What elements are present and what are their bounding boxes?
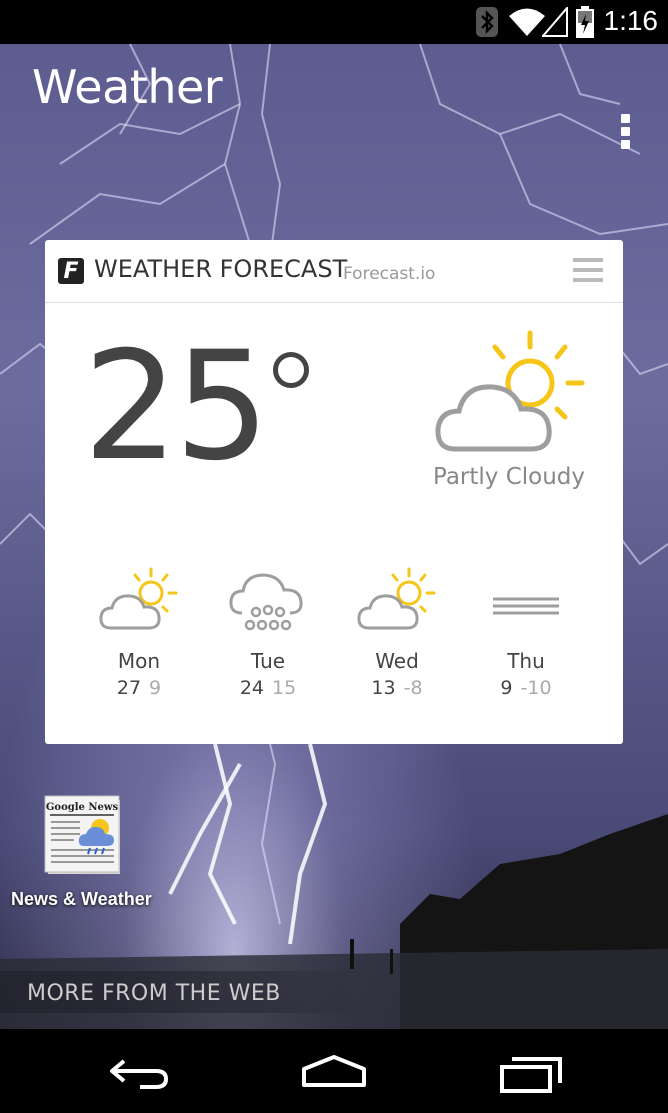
google-news-app-icon: Google News [44, 795, 120, 874]
widget-source: Forecast.io [343, 264, 436, 284]
home-icon[interactable] [294, 1047, 374, 1097]
forecast-day: Tue 24 15 [203, 565, 333, 699]
forecast-day-name: Wed [375, 649, 419, 673]
degree-symbol [273, 352, 309, 388]
status-bar: 1:16 [0, 0, 668, 44]
back-icon[interactable] [100, 1047, 180, 1097]
forecast-day-name: Mon [117, 649, 161, 673]
battery-charging-icon [576, 6, 594, 38]
bluetooth-icon [476, 7, 498, 37]
forecast-day-temps: 13 -8 [332, 677, 462, 699]
cell-signal-icon [542, 7, 568, 37]
forecast-day: Mon 27 9 [74, 565, 204, 699]
forecast-high: 9 [500, 677, 513, 699]
widget-title: WEATHER FORECAST [94, 255, 348, 283]
more-from-the-web-label: MORE FROM THE WEB [27, 981, 281, 1006]
forecast-low: 15 [272, 677, 297, 699]
app-title: Weather [32, 60, 223, 114]
forecast-logo-icon: F [58, 258, 84, 284]
partly-cloudy-icon [435, 330, 585, 452]
fog-icon [493, 597, 559, 615]
news-icon-text: Google News [46, 802, 119, 813]
forecast-day-name: Tue [250, 649, 286, 673]
forecast-day-temps: 24 15 [203, 677, 333, 699]
widget-header: F WEATHER FORECAST Forecast.io [45, 240, 623, 303]
forecast-day-temps: 27 9 [74, 677, 204, 699]
wifi-icon [509, 8, 545, 36]
clock: 1:16 [603, 5, 659, 36]
forecast-low: -10 [520, 677, 552, 699]
forecast-day: Thu 9 -10 [461, 565, 591, 699]
recent-apps-icon[interactable] [492, 1047, 572, 1097]
forecast-day: Wed 13 -8 [332, 565, 462, 699]
partly-cloudy-icon [357, 567, 436, 630]
overflow-menu-icon[interactable] [606, 106, 646, 156]
more-from-the-web-bar[interactable]: MORE FROM THE WEB [0, 971, 360, 1013]
current-temperature: 25 [83, 320, 270, 494]
snow-cloud-icon [229, 573, 303, 631]
forecast-low: 9 [149, 677, 162, 699]
forecast-day-temps: 9 -10 [461, 677, 591, 699]
news-weather-shortcut[interactable]: Google News News & Weather [8, 794, 168, 914]
forecast-high: 24 [239, 677, 264, 699]
forecast-high: 13 [371, 677, 396, 699]
partly-cloudy-icon [99, 567, 178, 630]
navigation-bar [0, 1029, 668, 1113]
weather-forecast-widget[interactable]: F WEATHER FORECAST Forecast.io 25 Partly… [45, 240, 623, 744]
widget-menu-icon[interactable] [573, 258, 603, 284]
forecast-day-name: Thu [507, 649, 545, 673]
forecast-low: -8 [403, 677, 423, 699]
shortcut-label: News & Weather [11, 889, 152, 909]
current-condition: Partly Cloudy [432, 464, 586, 490]
forecast-high: 27 [116, 677, 142, 699]
